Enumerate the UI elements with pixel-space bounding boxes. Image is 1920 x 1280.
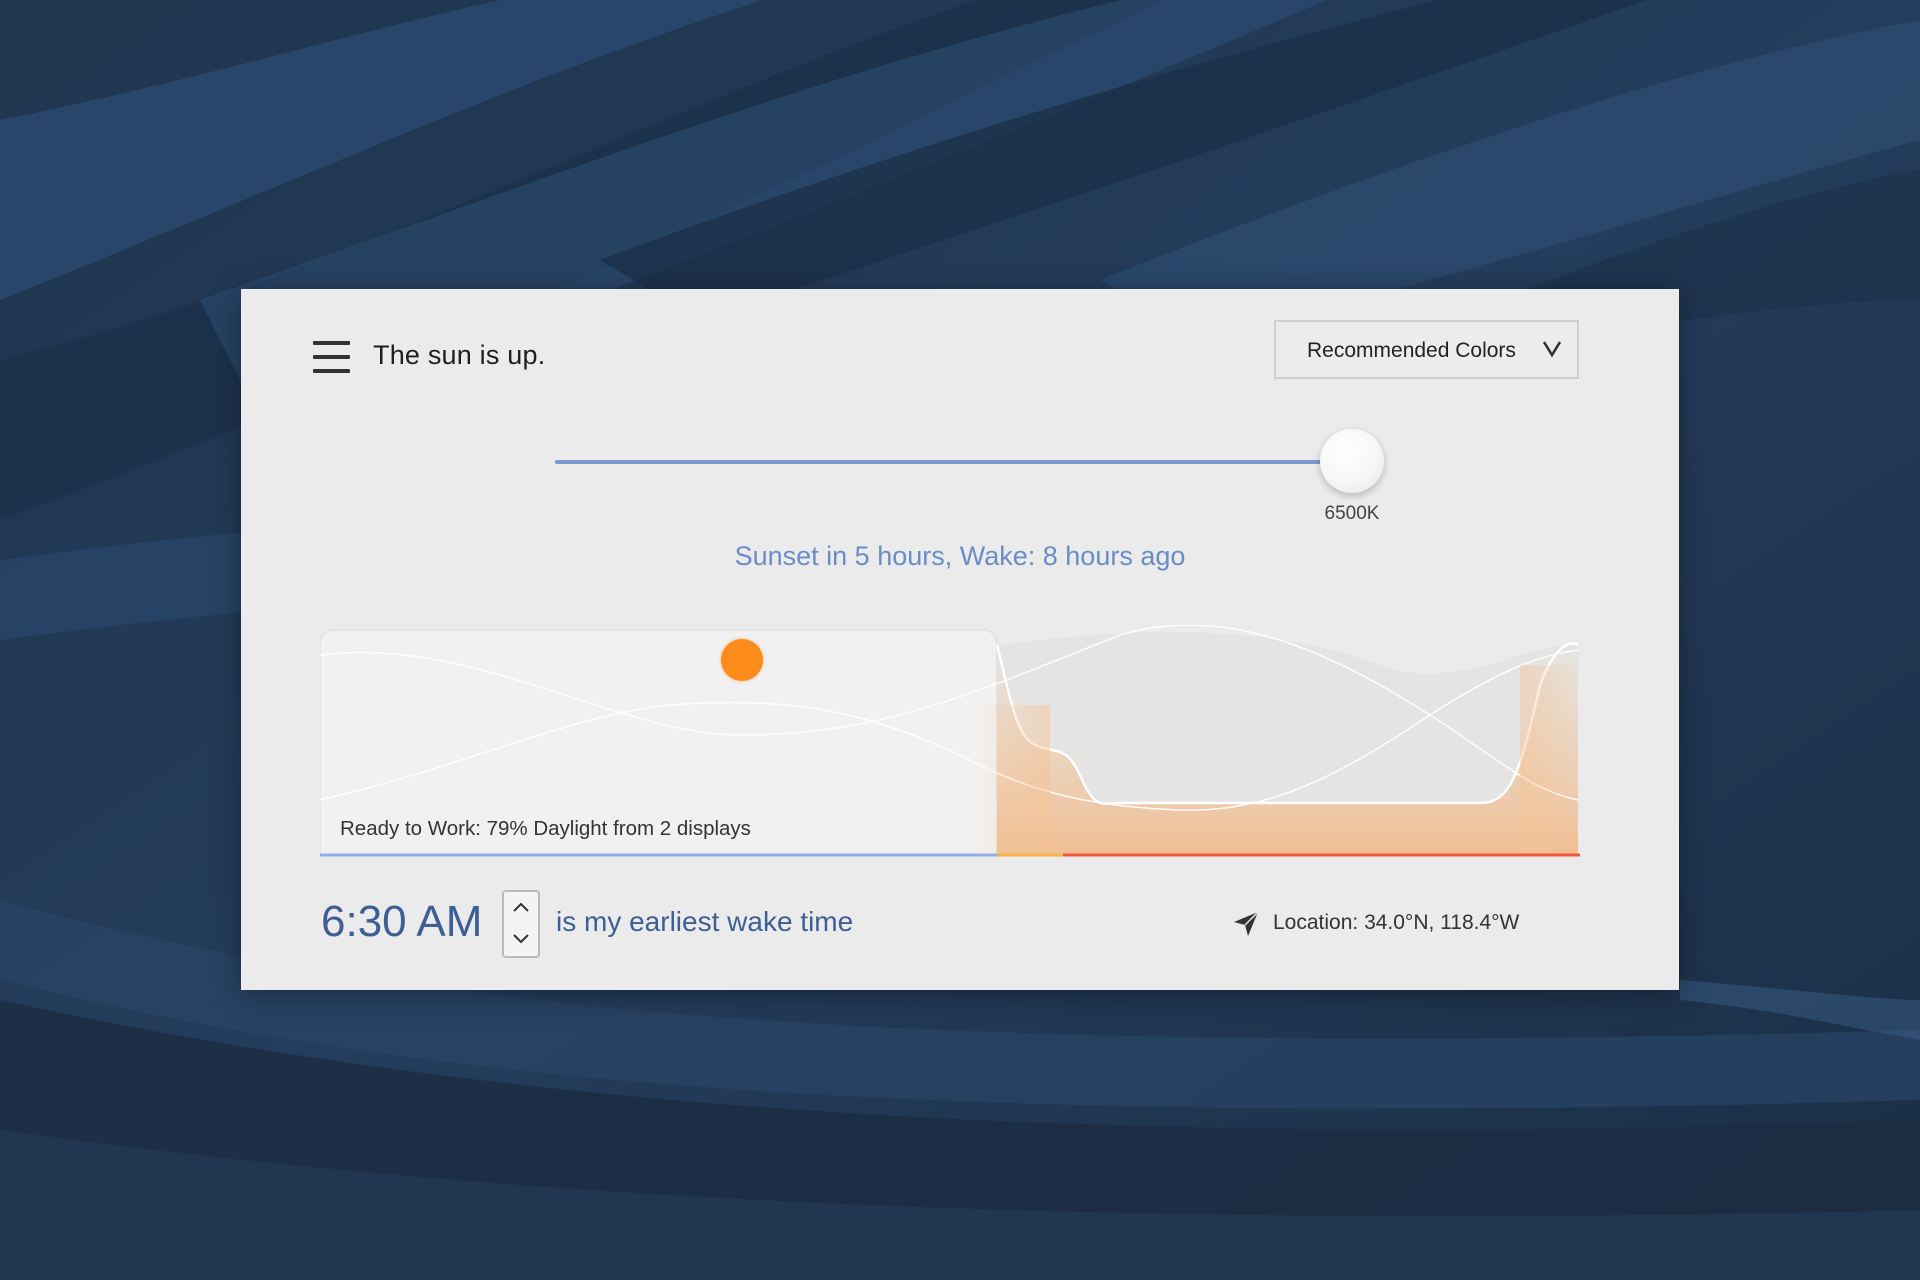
menu-button[interactable] (313, 341, 351, 375)
sunset-info: Sunset in 5 hours, Wake: 8 hours ago (734, 541, 1186, 571)
temperature-slider-thumb[interactable] (1320, 429, 1384, 493)
dawn-glow (1520, 665, 1578, 855)
hamburger-menu-icon (313, 341, 351, 375)
dusk-glow (975, 705, 1050, 855)
location-arrow-icon[interactable] (1231, 909, 1261, 939)
chevron-down-icon (1542, 341, 1562, 358)
wake-time-stepper[interactable] (502, 890, 540, 958)
chevron-up-icon (513, 902, 529, 912)
wake-time-value[interactable]: 6:30 AM (321, 897, 482, 947)
location-text[interactable]: Location: 34.0°N, 118.4°W (1273, 911, 1519, 935)
wake-time-label: is my earliest wake time (556, 906, 854, 937)
temperature-slider-track[interactable] (555, 460, 1340, 464)
chevron-down-icon (513, 934, 529, 944)
status-title: The sun is up. (373, 340, 546, 370)
color-mode-selected: Recommended Colors (1307, 339, 1516, 362)
wake-time-decrement-button[interactable] (504, 924, 538, 956)
sun-position-marker[interactable] (721, 639, 764, 681)
daylight-status: Ready to Work: 79% Daylight from 2 displ… (340, 817, 751, 840)
temperature-value: 6500K (1324, 503, 1380, 524)
color-mode-dropdown[interactable]: Recommended Colors (1274, 320, 1579, 379)
wake-time-increment-button[interactable] (504, 892, 538, 924)
app-window: The sun is up. Recommended Colors 6500K … (241, 289, 1679, 990)
